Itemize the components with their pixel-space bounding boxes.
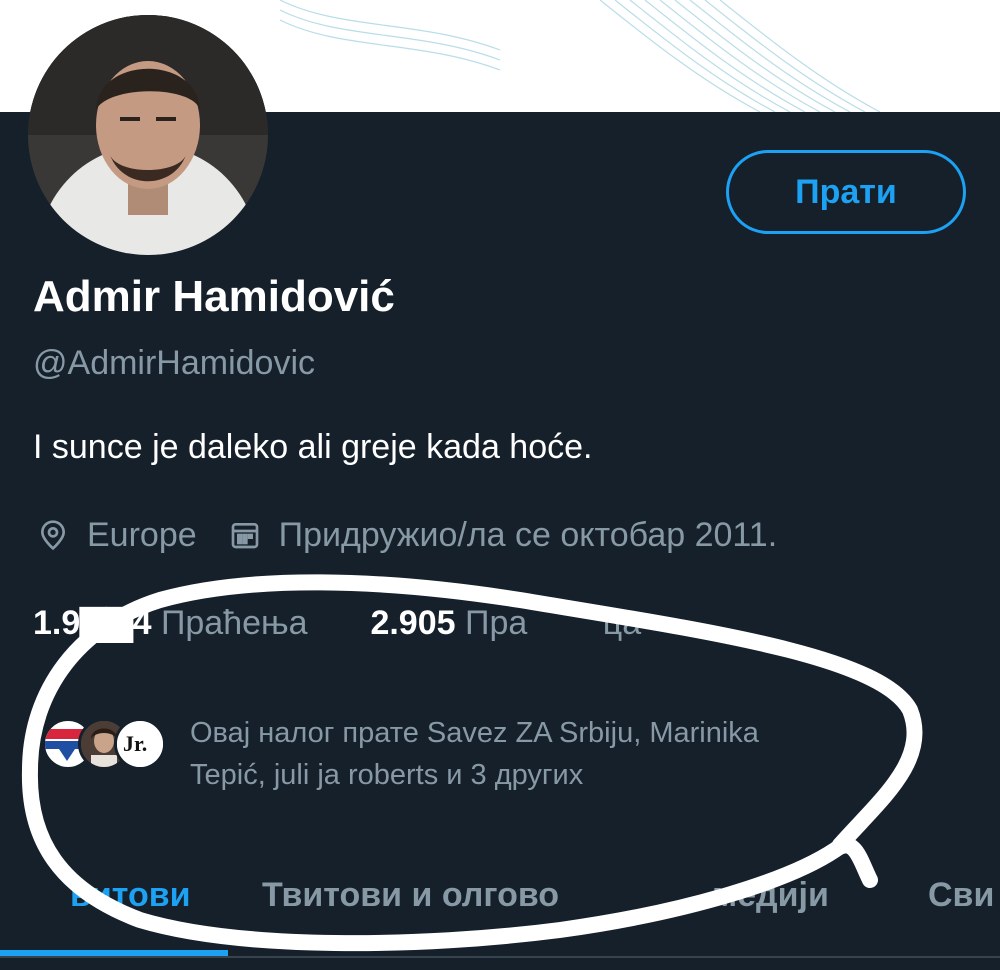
jr-logo-icon: Jr. — [114, 718, 166, 770]
svg-text:Jr.: Jr. — [123, 731, 147, 756]
follow-counts: 1.9▇▇4 Праћења 2.905 Праћенеца — [33, 603, 641, 643]
tab-media[interactable]: медији — [712, 876, 829, 915]
following-count-partial: ▇▇ — [80, 604, 133, 642]
location-pin-icon — [33, 515, 73, 555]
tab-likes[interactable]: Сви — [928, 876, 994, 915]
profile-bio: I sunce je daleko ali greje kada hoće. — [33, 428, 593, 466]
display-name: Admir Hamidović — [33, 272, 395, 321]
tab-tweets-and-replies[interactable]: Твитови и олгово — [262, 876, 559, 915]
person-avatar-icon — [28, 15, 268, 255]
followers-count: 2.905 — [370, 604, 456, 642]
following-count: 1.9 — [33, 604, 81, 642]
joined-date: Придружио/ла се октобар 2011. — [278, 515, 778, 554]
followers-label: Пра — [465, 604, 528, 642]
followers-link[interactable]: 2.905 Праћенеца — [370, 604, 641, 642]
followed-by[interactable]: Jr. Овај налог прате Savez ZA Srbiju, Ma… — [42, 712, 942, 802]
followed-by-line-2: Tepić, juli ja roberts и 3 других — [190, 759, 584, 791]
followed-by-line-1: Овај налог прате Savez ZA Srbiju, Marini… — [190, 717, 759, 749]
location-text: Europe — [87, 515, 197, 554]
followers-label-obscured: ћене — [527, 604, 603, 642]
calendar-icon — [225, 515, 265, 555]
tabs-divider — [0, 956, 1000, 958]
username-handle[interactable]: @AdmirHamidovic — [33, 344, 315, 383]
followed-by-text: Овај налог прате Savez ZA Srbiju, Marini… — [190, 712, 910, 796]
following-link[interactable]: 1.9▇▇4 Праћења — [33, 604, 317, 642]
profile-meta: Europe Придружио/ла се октобар 2011. — [33, 515, 777, 555]
follow-button[interactable]: Прати — [726, 150, 966, 234]
following-count-end: 4 — [132, 604, 152, 642]
profile-avatar[interactable] — [28, 15, 268, 255]
profile-tabs: витови Твитови и олгово медији Сви — [0, 858, 1000, 938]
tab-tweets[interactable]: витови — [70, 876, 191, 915]
following-label: Праћења — [160, 604, 308, 642]
followers-label-end: ца — [602, 604, 642, 642]
